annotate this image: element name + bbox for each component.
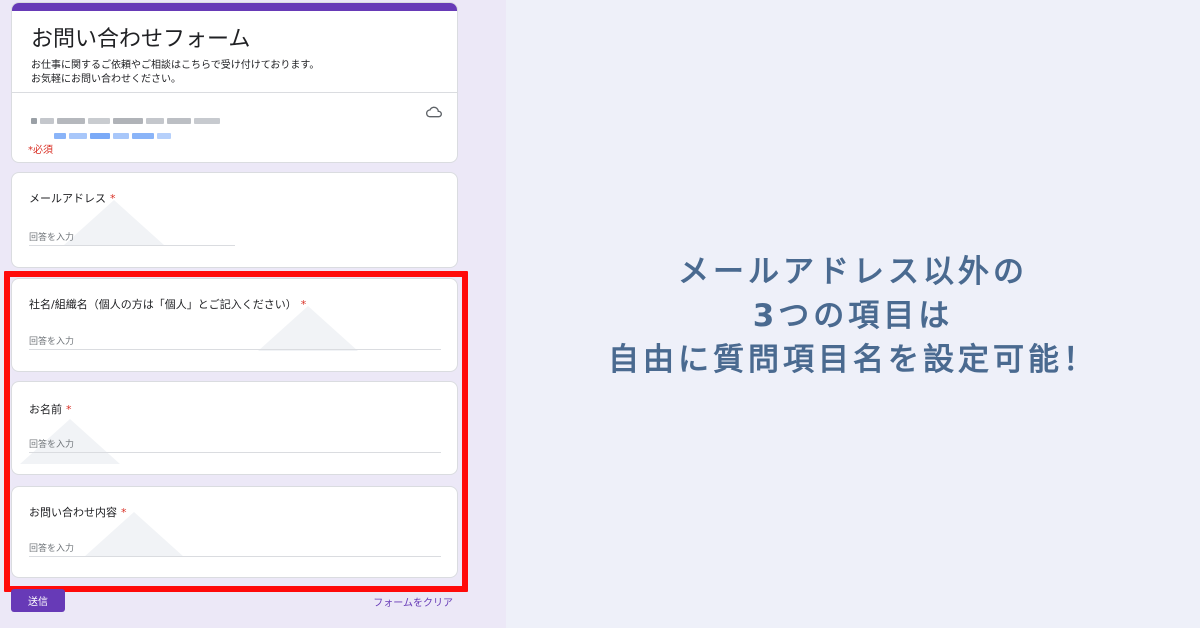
form-description-line: お気軽にお問い合わせください。: [31, 74, 181, 85]
question-card-inquiry: お問い合わせ内容 * 回答を入力: [11, 486, 458, 578]
required-star: *: [300, 298, 307, 311]
cloud-icon: [426, 106, 442, 118]
question-card-name: お名前 * 回答を入力: [11, 381, 458, 475]
headline: メールアドレス以外の 3つの項目は 自由に質問項目名を設定可能！: [506, 250, 1200, 382]
email-answer-input[interactable]: 回答を入力: [29, 228, 235, 246]
form-header-card: お問い合わせフォーム お仕事に関するご依頼やご相談はこちらで受け付けております。…: [11, 2, 458, 163]
question-card-email: メールアドレス * 回答を入力: [11, 172, 458, 268]
inquiry-answer-input[interactable]: 回答を入力: [29, 539, 441, 557]
question-label-text: メールアドレス: [29, 192, 106, 205]
submit-button[interactable]: 送信: [11, 589, 65, 612]
required-star: *: [110, 192, 116, 205]
required-star: *: [66, 403, 72, 416]
question-label: お問い合わせ内容 *: [29, 504, 127, 520]
question-label-text: 社名/組織名（個人の方は「個人」とご記入ください）: [29, 298, 297, 311]
form-panel: お問い合わせフォーム お仕事に関するご依頼やご相談はこちらで受け付けております。…: [0, 0, 506, 628]
question-label: メールアドレス *: [29, 190, 116, 206]
question-label: お名前 *: [29, 401, 72, 417]
required-note: *必須: [28, 145, 53, 156]
answer-placeholder: 回答を入力: [29, 233, 75, 243]
question-label: 社名/組織名（個人の方は「個人」とご記入ください） *: [29, 296, 306, 312]
company-answer-input[interactable]: 回答を入力: [29, 332, 441, 350]
switch-account-link-blurred[interactable]: [54, 124, 174, 139]
account-email-blurred: [31, 109, 266, 124]
headline-line: メールアドレス以外の: [678, 254, 1028, 290]
question-label-text: お問い合わせ内容: [29, 506, 117, 519]
clear-form-link[interactable]: フォームをクリア: [373, 594, 453, 609]
answer-placeholder: 回答を入力: [29, 544, 75, 554]
form-accent-bar: [12, 3, 457, 11]
name-answer-input[interactable]: 回答を入力: [29, 435, 441, 453]
form-description: お仕事に関するご依頼やご相談はこちらで受け付けております。 お気軽にお問い合わせ…: [31, 59, 319, 87]
headline-line: 3つの項目は: [752, 298, 954, 334]
answer-placeholder: 回答を入力: [29, 440, 75, 450]
question-card-company: 社名/組織名（個人の方は「個人」とご記入ください） * 回答を入力: [11, 278, 458, 372]
form-description-line: お仕事に関するご依頼やご相談はこちらで受け付けております。: [31, 60, 320, 71]
form-title: お問い合わせフォーム: [31, 27, 251, 52]
question-label-text: お名前: [29, 403, 62, 416]
answer-placeholder: 回答を入力: [29, 337, 75, 347]
header-divider: [12, 92, 457, 93]
required-star: *: [121, 506, 127, 519]
headline-line: 自由に質問項目名を設定可能！: [608, 342, 1098, 378]
